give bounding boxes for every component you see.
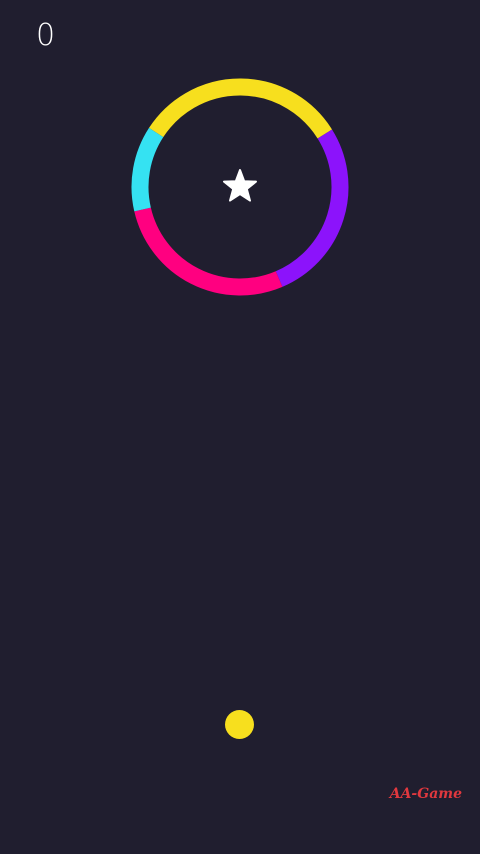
ring-segment-purple [275,129,349,287]
star-icon [223,169,257,202]
watermark-logo: AA-Game [389,786,462,802]
score-counter: 0 [36,18,56,53]
ring-segment-yellow [149,78,333,139]
ring-segment-cyan [131,127,164,212]
ring-segment-pink [134,207,283,296]
player-ball[interactable] [225,710,254,739]
game-screen[interactable]: 0 AA-Game [0,0,480,854]
